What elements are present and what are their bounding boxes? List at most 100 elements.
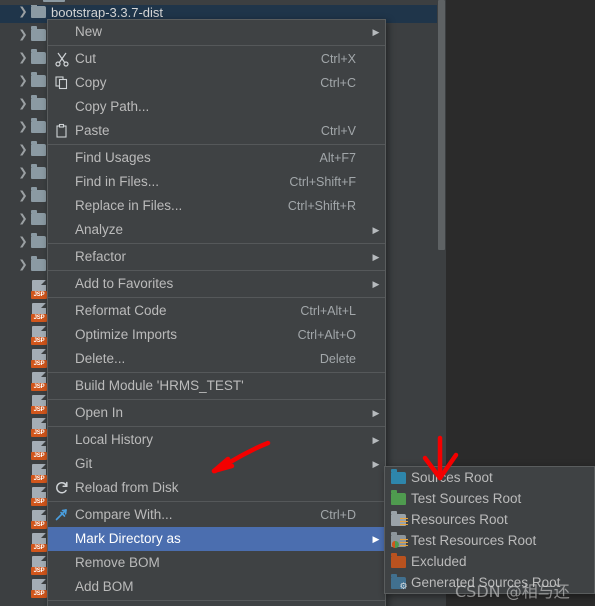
menu-item-shortcut: Delete [319,352,356,366]
menu-item[interactable]: New ▶ [48,20,385,44]
menu-item[interactable]: Cut Ctrl+X [48,47,385,71]
menu-item[interactable]: Remove BOM [48,551,385,575]
submenu-arrow-icon: ▶ [372,27,380,37]
folder-generated-sources-icon: ⚙ [385,572,411,593]
submenu-arrow-icon: ▶ [372,534,380,544]
submenu-item-label: Sources Root [411,470,493,485]
folder-icon [31,255,46,271]
menu-item-label: Copy Path... [75,99,150,114]
folder-test-resources-icon [385,530,411,551]
menu-item[interactable]: Copy Path... [48,95,385,119]
menu-item-label: Add BOM [75,579,134,594]
menu-icon-none [48,245,75,269]
menu-icon-none [48,575,75,599]
chevron-right-icon[interactable]: ❯ [16,231,30,254]
menu-icon-none [48,146,75,170]
folder-icon [31,2,46,18]
chevron-right-icon[interactable]: ❯ [16,70,30,93]
folder-icon [31,140,46,156]
menu-item-label: Cut [75,51,97,66]
submenu-arrow-icon: ▶ [372,225,380,235]
jsp-file-icon [31,487,47,507]
submenu-item[interactable]: Sources Root [385,467,594,488]
menu-icon-none [48,323,75,347]
menu-item[interactable]: Paste Ctrl+V [48,119,385,143]
folder-test-sources-icon [385,488,411,509]
folder-icon [31,48,46,64]
menu-item[interactable]: Refactor ▶ [48,245,385,269]
menu-item[interactable]: Add to Favorites ▶ [48,272,385,296]
chevron-right-icon[interactable]: ❯ [16,116,30,139]
menu-item[interactable]: Open In ▶ [48,401,385,425]
submenu-item[interactable]: Resources Root [385,509,594,530]
submenu-item[interactable]: Test Resources Root [385,530,594,551]
menu-item[interactable]: Find Usages Alt+F7 [48,146,385,170]
menu-item[interactable]: Diagrams▶ [48,602,385,606]
submenu-item[interactable]: Test Sources Root [385,488,594,509]
menu-separator [48,600,385,601]
chevron-right-icon[interactable]: ❯ [16,93,30,116]
menu-item-label: Add to Favorites [75,276,174,291]
jsp-file-icon [31,303,47,323]
menu-item[interactable]: Add BOM [48,575,385,599]
tree-row-label: bootstrap-3.3.7-dist [51,5,164,21]
menu-item[interactable]: Git ▶ [48,452,385,476]
menu-item-shortcut: Ctrl+Shift+R [287,199,356,213]
jsp-file-icon [31,418,47,438]
folder-shape [390,531,408,548]
menu-separator [48,144,385,145]
submenu-item-label: Excluded [411,554,467,569]
mark-directory-submenu[interactable]: Sources Root Test Sources Root Resources R… [384,466,595,594]
menu-separator [48,243,385,244]
menu-item[interactable]: Optimize Imports Ctrl+Alt+O [48,323,385,347]
submenu-item-label: Resources Root [411,512,508,527]
menu-item[interactable]: Delete... Delete [48,347,385,371]
menu-separator [48,501,385,502]
folder-icon [31,163,46,179]
menu-item[interactable]: Analyze ▶ [48,218,385,242]
chevron-right-icon[interactable]: ❯ [16,208,30,231]
submenu-arrow-icon: ▶ [372,435,380,445]
tree-top-strip [0,0,437,5]
folder-sources-icon [385,467,411,488]
menu-item-label: Git [75,456,93,471]
menu-item-label: Optimize Imports [75,327,178,342]
menu-item[interactable]: Reformat Code Ctrl+Alt+L [48,299,385,323]
jsp-file-icon [31,441,47,461]
copy-icon [48,71,75,95]
chevron-right-icon[interactable]: ❯ [16,139,30,162]
menu-item[interactable]: Replace in Files... Ctrl+Shift+R [48,194,385,218]
menu-item[interactable]: Find in Files... Ctrl+Shift+F [48,170,385,194]
menu-item[interactable]: Build Module 'HRMS_TEST' [48,374,385,398]
menu-item-label: Replace in Files... [75,198,183,213]
submenu-item-label: Test Resources Root [411,533,537,548]
chevron-right-icon[interactable]: ❯ [16,47,30,70]
chevron-right-icon[interactable]: ❯ [16,162,30,185]
chevron-right-icon[interactable]: ❯ [16,254,30,277]
menu-icon-none [48,194,75,218]
scrollbar-thumb[interactable] [438,0,445,250]
menu-icon-none [48,347,75,371]
ide-window: ❯bootstrap-3.3.7-dist❯❯❯❯❯❯❯❯❯❯❯ New▶Cut… [0,0,595,606]
menu-item[interactable]: Compare With... Ctrl+D [48,503,385,527]
menu-item-label: Analyze [75,222,124,237]
paste-icon [48,119,75,143]
menu-item-shortcut: Ctrl+Shift+F [289,175,356,189]
menu-separator [48,270,385,271]
menu-item[interactable]: Mark Directory as ▶ [48,527,385,551]
jsp-file-icon [31,280,47,300]
resource-lines-icon [399,517,408,527]
menu-item-shortcut: Ctrl+X [320,52,356,66]
menu-item[interactable]: Copy Ctrl+C [48,71,385,95]
jsp-file-icon [31,556,47,576]
menu-item[interactable]: Local History ▶ [48,428,385,452]
menu-item-shortcut: Ctrl+Alt+O [297,328,356,342]
menu-item[interactable]: Reload from Disk [48,476,385,500]
chevron-right-icon[interactable]: ❯ [16,185,30,208]
context-menu[interactable]: New ▶ Cut Ctrl+X Copy Ctrl+C Copy Path... Paste… [47,19,386,606]
chevron-right-icon[interactable]: ❯ [16,24,30,47]
menu-item-label: Copy [75,75,107,90]
menu-item-label: Build Module 'HRMS_TEST' [75,378,244,393]
submenu-item[interactable]: Excluded [385,551,594,572]
folder-shape [390,489,406,505]
